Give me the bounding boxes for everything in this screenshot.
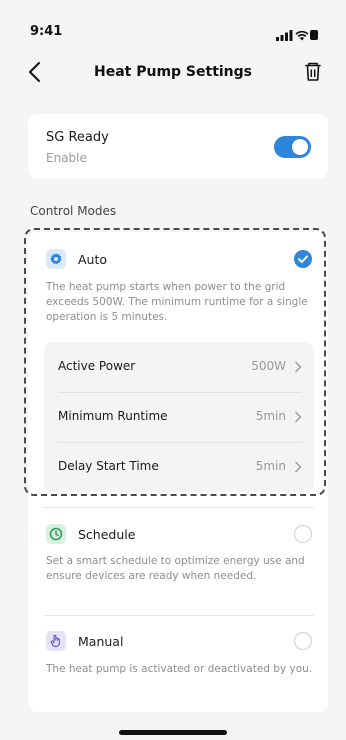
- status-icons: [276, 26, 318, 45]
- status-bar: 9:41: [0, 0, 346, 44]
- chevron-right-icon: [295, 411, 302, 423]
- hand-icon: [46, 631, 66, 651]
- mode-auto-description: The heat pump starts when power to the g…: [46, 281, 308, 323]
- mode-manual-description: The heat pump is activated or deactivate…: [46, 663, 313, 675]
- param-value: 500W: [251, 359, 286, 373]
- mode-auto[interactable]: Auto: [46, 248, 107, 270]
- param-label: Active Power: [58, 359, 136, 373]
- mode-auto-radio[interactable]: [294, 250, 312, 268]
- clock-icon: [46, 524, 66, 544]
- signal-icon: [276, 30, 293, 41]
- delete-button[interactable]: [302, 61, 324, 83]
- sg-ready-subtitle: Enable: [46, 151, 87, 165]
- mode-schedule-radio[interactable]: [294, 525, 312, 543]
- mode-schedule[interactable]: Schedule: [46, 523, 135, 545]
- sg-ready-title: SG Ready: [46, 130, 109, 145]
- divider: [44, 615, 314, 616]
- trash-icon: [305, 62, 321, 81]
- param-value: 5min: [255, 409, 286, 423]
- mode-schedule-label: Schedule: [78, 526, 136, 542]
- mode-auto-label: Auto: [78, 251, 108, 267]
- home-indicator: [119, 730, 227, 735]
- chevron-right-icon: [295, 461, 302, 473]
- param-value: 5min: [255, 459, 286, 473]
- auto-params-panel: Active Power 500W Minimum Runtime 5min D…: [44, 342, 314, 492]
- mode-schedule-description: Set a smart schedule to optimize energy …: [46, 555, 305, 582]
- param-label: Minimum Runtime: [58, 409, 168, 423]
- gear-icon: [46, 249, 66, 269]
- param-row-delay-start-time[interactable]: Delay Start Time 5min: [58, 442, 302, 492]
- control-modes-label: Control Modes: [30, 204, 117, 218]
- page-title: Heat Pump Settings: [93, 64, 253, 80]
- wifi-icon: [295, 30, 309, 41]
- sg-ready-card: SG Ready Enable: [28, 114, 328, 179]
- toggle-knob: [292, 139, 308, 155]
- mode-manual-label: Manual: [78, 633, 124, 649]
- sg-ready-toggle[interactable]: [274, 136, 311, 158]
- divider: [44, 507, 314, 508]
- control-modes-card: Auto The heat pump starts when power to …: [24, 228, 328, 712]
- chevron-right-icon: [295, 361, 302, 373]
- param-row-minimum-runtime[interactable]: Minimum Runtime 5min: [58, 392, 302, 442]
- mode-manual[interactable]: Manual: [46, 630, 123, 652]
- param-row-active-power[interactable]: Active Power 500W: [58, 342, 302, 392]
- battery-icon: [310, 30, 318, 40]
- param-label: Delay Start Time: [58, 459, 159, 473]
- mode-manual-radio[interactable]: [294, 632, 312, 650]
- nav-bar: Heat Pump Settings: [0, 52, 346, 92]
- status-time: 9:41: [30, 24, 63, 39]
- checkmark-icon: [298, 255, 308, 263]
